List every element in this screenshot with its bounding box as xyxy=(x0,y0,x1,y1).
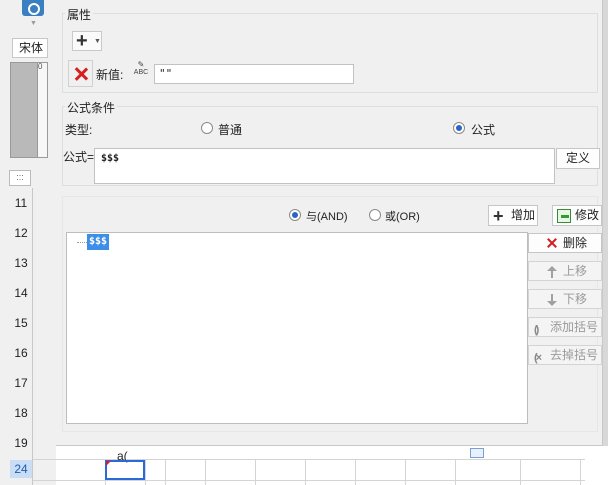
add-bracket-icon: () xyxy=(534,324,540,336)
grid-line xyxy=(305,460,306,485)
type-formula-label[interactable]: 公式 xyxy=(471,121,495,138)
row-header-14[interactable]: 14 xyxy=(10,278,32,308)
type-normal-radio[interactable] xyxy=(201,122,213,134)
row-header-18[interactable]: 18 xyxy=(10,398,32,428)
row-header-24[interactable]: 24 xyxy=(10,460,32,478)
row-header-divider xyxy=(32,188,33,485)
formula-condition-title: 公式条件 xyxy=(65,99,118,116)
abc-icon-text: ABC xyxy=(133,69,149,76)
condition-tree[interactable]: $$$ xyxy=(66,232,528,424)
row-header-17[interactable]: 17 xyxy=(10,368,32,398)
grid-line xyxy=(355,460,356,485)
remove-bracket-label: 去掉括号 xyxy=(550,348,599,362)
move-up-label: 上移 xyxy=(563,264,588,278)
row-header-13[interactable]: 13 xyxy=(10,248,32,278)
move-down-label: 下移 xyxy=(563,292,588,306)
grid-line xyxy=(165,460,166,485)
condition-dialog: 属性 + ▼ 新值: ✎ ABC "" 公式条件 类型: 普通 公式 公式= $… xyxy=(56,0,603,446)
arrow-down-icon xyxy=(547,294,557,306)
vertical-ruler xyxy=(10,62,48,158)
formula-input[interactable]: $$$ xyxy=(94,148,555,184)
search-tool-icon[interactable] xyxy=(22,0,44,16)
move-up-button[interactable]: 上移 xyxy=(528,261,602,281)
logic-and-radio[interactable] xyxy=(289,209,301,221)
abc-value-icon[interactable]: ✎ ABC xyxy=(131,61,151,83)
grid-line xyxy=(520,460,521,485)
define-button[interactable]: 定义 xyxy=(556,148,600,169)
grid-line xyxy=(145,460,146,485)
formula-label: 公式= xyxy=(63,150,95,164)
comment-marker-icon xyxy=(106,461,111,466)
new-value-label: 新值: xyxy=(96,68,124,82)
modify-condition-button[interactable]: 修改 xyxy=(552,205,602,226)
grid-line xyxy=(405,460,406,485)
delete-icon xyxy=(73,66,89,82)
type-normal-label[interactable]: 普通 xyxy=(218,121,242,138)
grid-line xyxy=(580,460,581,485)
logic-or-label[interactable]: 或(OR) xyxy=(385,208,420,224)
chevron-down-icon[interactable]: ▼ xyxy=(30,20,37,27)
remove-property-button[interactable] xyxy=(68,60,93,87)
add-bracket-button[interactable]: () 添加括号 xyxy=(528,317,602,337)
new-value-input[interactable]: "" xyxy=(154,64,354,84)
row-header-19[interactable]: 19 xyxy=(10,428,32,458)
grid-line xyxy=(455,460,456,485)
add-condition-button[interactable]: + 增加 xyxy=(488,205,538,226)
row-header-12[interactable]: 12 xyxy=(10,218,32,248)
chevron-down-icon: ▼ xyxy=(94,38,101,45)
add-bracket-label: 添加括号 xyxy=(550,320,599,334)
active-cell[interactable] xyxy=(105,460,145,480)
spreadsheet-left-panel: ▼ 宋体 0 ::: 11 12 13 14 15 16 17 18 19 24 xyxy=(0,0,56,485)
tree-item-selected[interactable]: $$$ xyxy=(87,234,110,250)
font-name-box[interactable]: 宋体 xyxy=(12,38,48,58)
logic-or-radio[interactable] xyxy=(369,209,381,221)
grid-line xyxy=(205,460,206,485)
properties-title: 属性 xyxy=(65,6,94,23)
ruler-scale xyxy=(37,63,47,157)
edit-icon xyxy=(557,209,571,223)
delete-condition-label: 删除 xyxy=(563,236,588,250)
scrollbar[interactable] xyxy=(603,0,608,446)
row-header-16[interactable]: 16 xyxy=(10,338,32,368)
modify-condition-label: 修改 xyxy=(575,208,600,222)
ruler-zero-label: 0 xyxy=(38,62,43,71)
add-property-button[interactable]: + ▼ xyxy=(72,31,102,51)
filter-icon[interactable] xyxy=(470,448,484,458)
row-header-15[interactable]: 15 xyxy=(10,308,32,338)
grid-line xyxy=(33,480,585,481)
type-formula-radio[interactable] xyxy=(453,122,465,134)
grid-line xyxy=(255,460,256,485)
move-down-button[interactable]: 下移 xyxy=(528,289,602,309)
plus-icon: + xyxy=(493,206,504,226)
add-condition-label: 增加 xyxy=(511,208,536,222)
remove-bracket-button[interactable]: (× 去掉括号 xyxy=(528,345,602,365)
grid-dots-icon[interactable]: ::: xyxy=(9,170,31,186)
remove-bracket-icon: (× xyxy=(534,352,542,364)
delete-icon xyxy=(546,237,558,249)
logic-and-label[interactable]: 与(AND) xyxy=(306,208,348,224)
delete-condition-button[interactable]: 删除 xyxy=(528,233,602,253)
row-header-11[interactable]: 11 xyxy=(10,188,32,218)
arrow-up-icon xyxy=(547,266,557,278)
type-label: 类型: xyxy=(65,123,93,137)
plus-icon: + xyxy=(76,30,88,52)
